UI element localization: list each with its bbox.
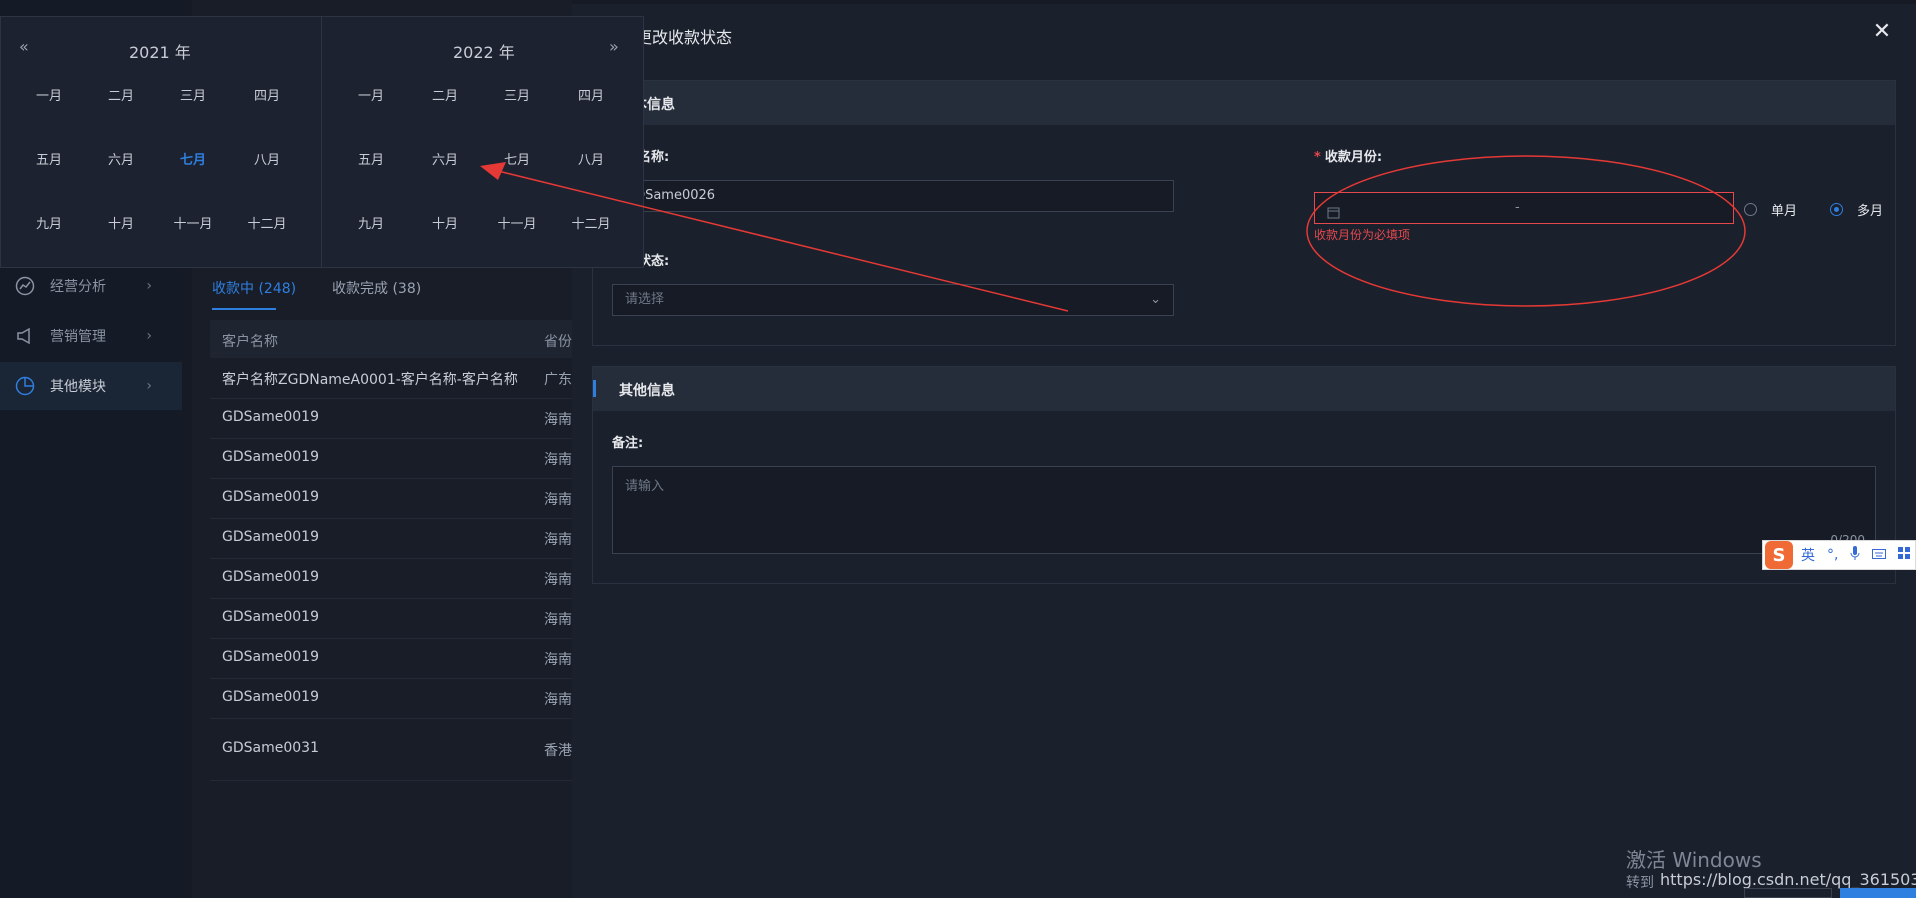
windows-activation-sub: 转到: [1626, 875, 1654, 891]
ime-toolbar[interactable]: S 英 °,: [1762, 540, 1916, 570]
source-url-watermark: https://blog.csdn.net/qq_36150316: [1660, 870, 1916, 889]
annotation-arrow-line: [493, 169, 1069, 312]
annotation-arrowhead: [480, 162, 506, 180]
ime-punctuation[interactable]: °,: [1827, 547, 1838, 563]
ime-language[interactable]: 英: [1801, 545, 1815, 565]
keyboard-icon[interactable]: [1872, 547, 1887, 563]
windows-activation-title: 激活 Windows: [1626, 848, 1762, 872]
grid-menu-icon[interactable]: [1898, 547, 1911, 563]
cancel-button[interactable]: [1744, 888, 1832, 898]
annotation-ellipse: [1306, 155, 1746, 307]
annotation-overlay: [480, 155, 1746, 312]
microphone-icon[interactable]: [1850, 546, 1860, 564]
sogou-logo-icon: S: [1765, 541, 1793, 569]
confirm-button[interactable]: [1840, 888, 1916, 898]
